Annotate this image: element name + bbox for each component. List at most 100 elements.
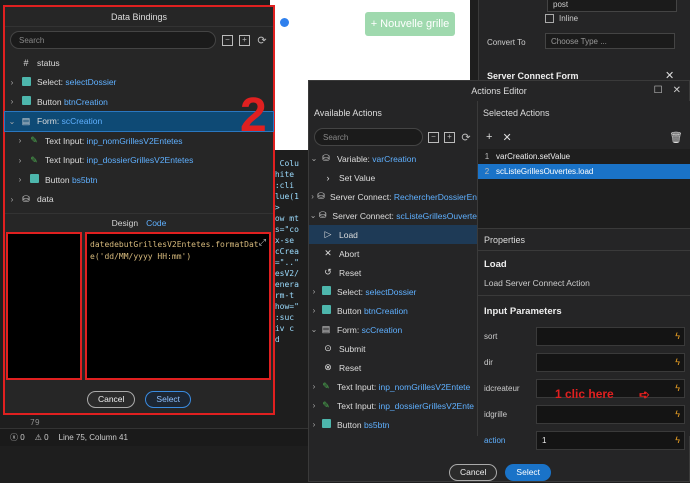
expression-code-editor[interactable]: datedebutGrillesV2Entetes.formatDat e('d… [85,232,271,380]
close-icon[interactable]: ✕ [673,85,681,96]
action-item[interactable]: › Select: selectDossier [309,282,477,301]
action-item[interactable]: ✕ Abort [309,244,477,263]
select-button[interactable]: Select [505,463,552,481]
method-field[interactable]: post [547,0,677,12]
param-input[interactable]: ϟ [536,326,685,346]
chevron-right-icon[interactable]: › [5,195,19,204]
chevron-down-icon[interactable]: ⌄ [309,325,319,334]
code-line: datedebutGrillesV2Entetes.formatDat [90,240,259,249]
chevron-down-icon[interactable]: ⌄ [309,154,319,163]
button-icon [19,96,33,107]
action-value: bs5btn [363,419,390,430]
form-icon: ▤ [21,115,31,126]
refresh-icon[interactable]: ⟳ [256,34,268,47]
tree-item[interactable]: › ⛁ data [5,190,273,210]
tree-item-label: Form: [37,116,60,127]
chevron-right-icon[interactable]: › [13,156,27,165]
inline-checkbox[interactable] [545,14,554,23]
chevron-right-icon[interactable]: › [13,175,27,184]
action-item[interactable]: ↺ Reset [309,263,477,282]
tree-item-label: status [37,57,60,68]
param-row: action 1ϟ [478,427,690,453]
action-item[interactable]: ⌄ ▤ Form: scCreation [309,320,477,339]
chevron-right-icon[interactable]: › [309,306,319,315]
action-item[interactable]: ⌄ ⛁ Server Connect: scListeGrillesOuverte [309,206,477,225]
select-button[interactable]: Select [145,390,192,408]
play-icon: ▷ [324,229,332,239]
trash-icon[interactable]: 🗑 [669,131,683,144]
selected-action-item-active[interactable]: 2 scListeGrillesOuvertes.load [478,164,690,179]
action-item[interactable]: › ✎ Text Input: inp_nomGrillesV2Entete [309,377,477,396]
inline-checkbox-row[interactable]: Inline [545,14,578,23]
action-item[interactable]: ⊙ Submit [309,339,477,358]
lightning-icon[interactable]: ϟ [675,331,680,341]
action-item[interactable]: › ✎ Text Input: inp_dossierGrillesV2Ente [309,396,477,415]
tree-item-value: bs5btn [71,174,98,185]
lightning-icon[interactable]: ϟ [675,409,680,419]
action-label: Text Input: [337,400,377,411]
warnings-count: 0 [44,433,49,442]
errors-indicator[interactable]: ⓧ 0 [10,432,25,443]
chevron-down-icon[interactable]: ⌄ [5,117,19,126]
cancel-button[interactable]: Cancel [448,463,498,481]
param-input[interactable]: 1ϟ [536,430,685,450]
tree-item-selected[interactable]: ⌄ ▤ Form: scCreation [4,110,274,132]
nouvelle-grille-button[interactable]: + Nouvelle grille [365,12,455,36]
remove-icon[interactable]: ✕ [502,131,511,144]
chevron-right-icon[interactable]: › [13,136,27,145]
code-line: div c [270,324,295,333]
add-icon[interactable]: + [486,131,492,143]
expand-all-icon[interactable]: + [444,131,455,143]
convert-to-select[interactable]: Choose Type ... [545,33,675,49]
param-input[interactable]: ϟ [536,352,685,372]
chevron-right-icon[interactable]: › [5,97,19,106]
tree-item[interactable]: › Select: selectDossier [5,73,273,93]
bindings-tree: # status › Select: selectDossier › Butto… [4,53,274,210]
add-element-handle[interactable] [280,18,289,27]
action-item[interactable]: › Button bs5btn [309,415,477,434]
tree-item[interactable]: › Button btnCreation [5,92,273,112]
refresh-icon[interactable]: ⟳ [460,131,472,144]
tree-item[interactable]: › ✎ Text Input: inp_nomGrillesV2Entetes [5,131,273,151]
warning-icon: ⚠ [34,433,42,442]
action-item[interactable]: ⌄ ⛁ Variable: varCreation [309,149,477,168]
cancel-button[interactable]: Cancel [86,390,136,408]
action-item[interactable]: › ⛁ Server Connect: RechercherDossierEn [309,187,477,206]
chevron-down-icon[interactable]: ⌄ [309,211,317,220]
action-item[interactable]: ⊗ Reset [309,358,477,377]
tab-code[interactable]: Code [146,218,166,228]
collapse-all-icon[interactable]: − [222,34,233,46]
expand-icon[interactable]: ⤢ [259,237,266,249]
expand-all-icon[interactable]: + [239,34,250,46]
param-input[interactable]: ϟ [536,404,685,424]
chevron-right-icon[interactable]: › [309,420,319,429]
lightning-icon[interactable]: ϟ [675,435,680,445]
action-item-selected[interactable]: ▷ Load [309,225,477,244]
tree-item[interactable]: › ✎ Text Input: inp_dossierGrillesV2Ente… [5,151,273,171]
lightning-icon[interactable]: ϟ [675,357,680,367]
tree-item[interactable]: # status [5,53,273,73]
action-label: Set Value [339,172,376,183]
action-label: Submit [339,343,366,354]
collapse-all-icon[interactable]: − [428,131,439,143]
selected-action-item[interactable]: 1 varCreation.setValue [478,149,690,164]
chevron-right-icon[interactable]: › [309,382,319,391]
chevron-right-icon[interactable]: › [309,287,319,296]
search-input[interactable]: Search [10,31,216,49]
action-item[interactable]: › Button btnCreation [309,301,477,320]
selected-action-label: scListeGrillesOuvertes.load [496,167,594,176]
chevron-right-icon[interactable]: › [5,78,19,87]
tree-item-value: selectDossier [65,77,117,88]
warnings-indicator[interactable]: ⚠ 0 [35,433,49,442]
search-input[interactable]: Search [314,128,423,146]
action-item[interactable]: › Set Value [309,168,477,187]
lightning-icon[interactable]: ϟ [675,383,680,393]
maximize-icon[interactable]: ☐ [654,85,663,96]
tree-item[interactable]: › Button bs5btn [5,170,273,190]
action-value: inp_dossierGrillesV2Ente [378,400,475,411]
tab-design[interactable]: Design [112,218,138,228]
chevron-right-icon[interactable]: › [309,192,316,201]
selected-action-label: varCreation.setValue [496,152,571,161]
pencil-icon: ✎ [30,135,38,146]
chevron-right-icon[interactable]: › [309,401,319,410]
